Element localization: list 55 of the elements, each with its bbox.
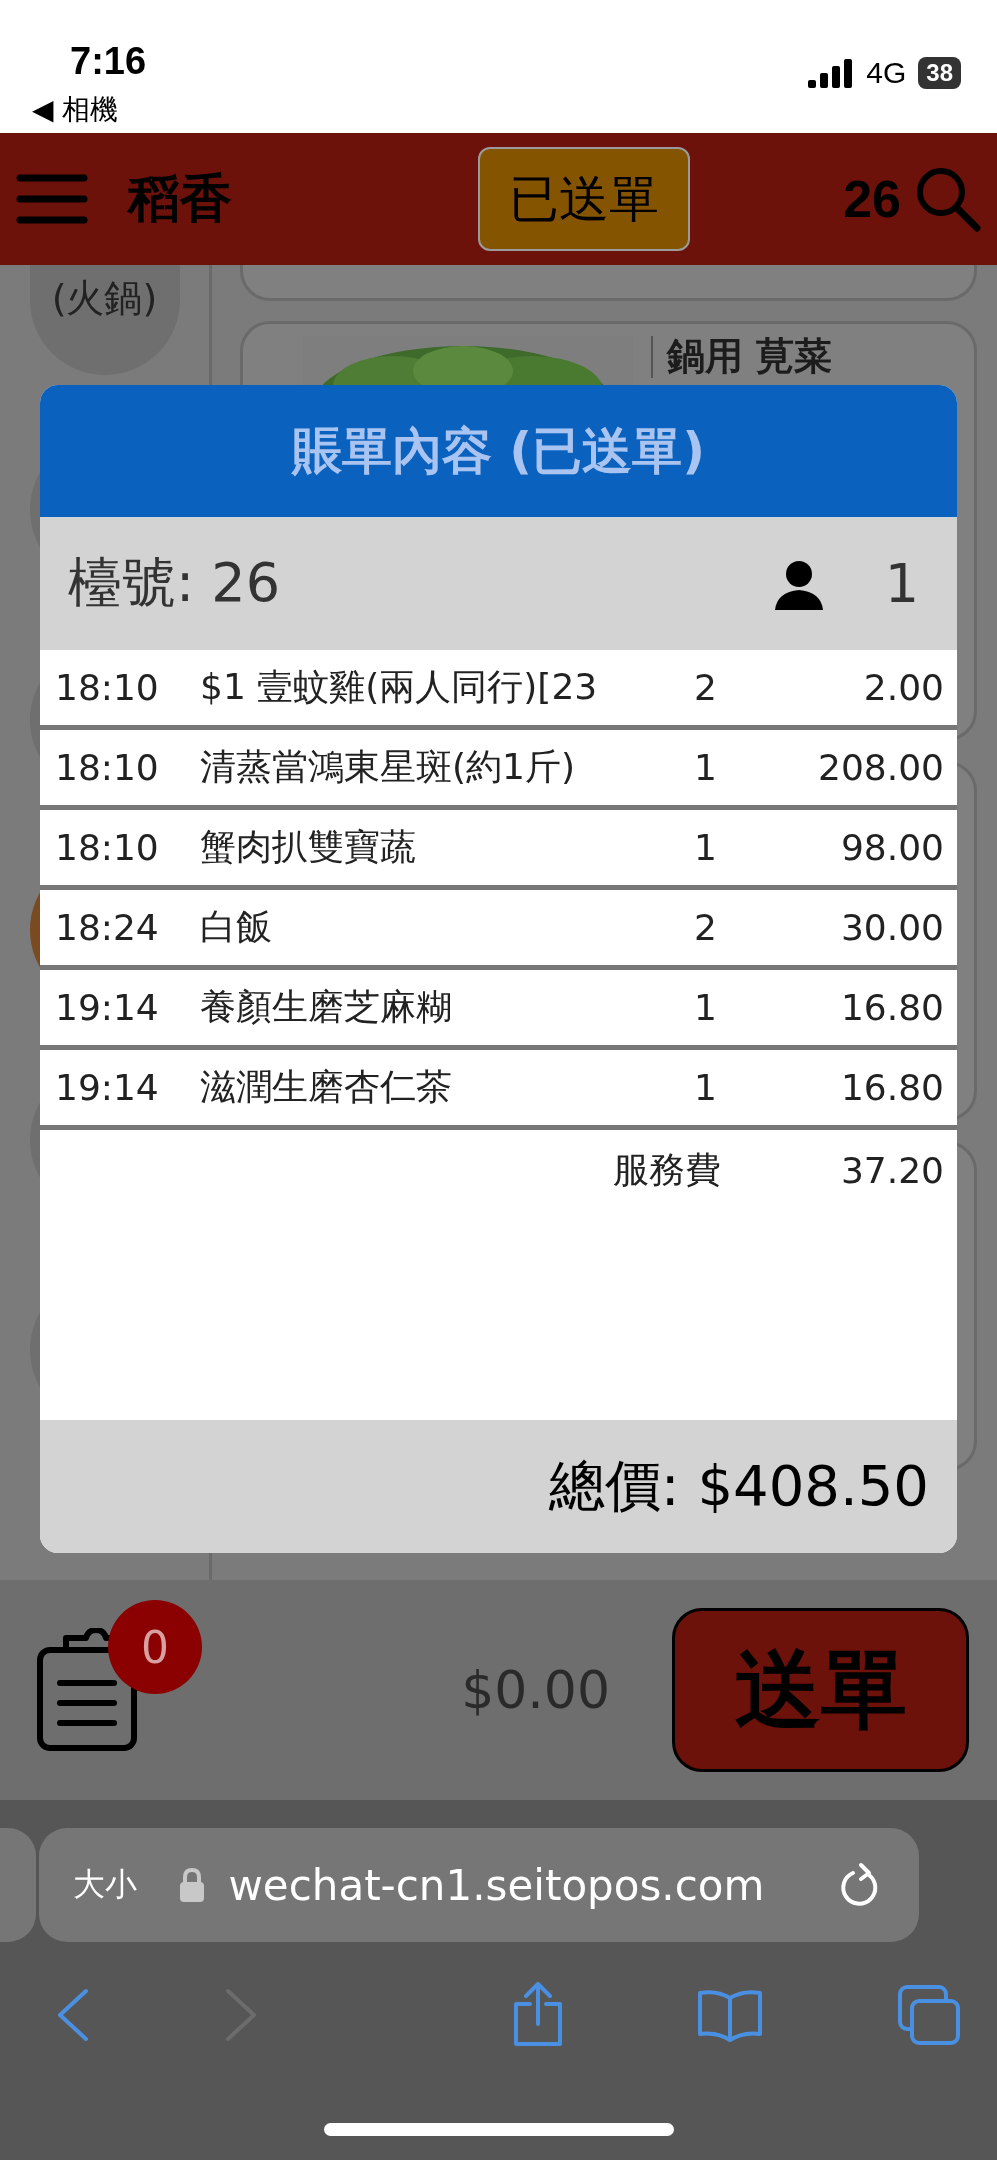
quantity: 1: [694, 747, 718, 788]
back-to-app-link[interactable]: ◀ 相機: [32, 91, 997, 129]
order-time: 18:10: [55, 667, 160, 708]
url-text: wechat-cn1.seitopos.com: [228, 1860, 765, 1910]
cart-total: $0.00: [461, 1660, 610, 1720]
order-time: 18:10: [55, 747, 160, 788]
order-time: 19:14: [55, 1067, 160, 1108]
quantity: 1: [694, 1067, 718, 1108]
order-time: 18:10: [55, 827, 160, 868]
book-icon[interactable]: [697, 1988, 764, 2042]
network-type: 4G: [866, 56, 907, 90]
guest-count: 1: [884, 552, 919, 615]
line-amount: 208.00: [817, 747, 944, 788]
signal-icon: [808, 58, 855, 88]
line-amount: 30.00: [839, 907, 944, 948]
dish-name: 清蒸當鴻東星斑(約1斤): [200, 745, 576, 789]
share-icon[interactable]: [511, 1982, 564, 2048]
order-status-badge: 已送單: [478, 147, 690, 251]
quantity: 2: [694, 667, 718, 708]
category-label: (火鍋): [51, 275, 158, 322]
cart-count-badge: 0: [108, 1600, 202, 1694]
order-time: 18:24: [55, 907, 160, 948]
table-label: 檯號: 26: [68, 550, 281, 616]
dish-name: 養顏生磨芝麻糊: [200, 985, 453, 1029]
quantity: 1: [694, 827, 718, 868]
lock-icon: [178, 1867, 205, 1903]
battery-level: 38: [918, 57, 961, 89]
line-amount: 2.00: [862, 667, 944, 708]
line-amount: 16.80: [839, 987, 944, 1028]
bill-total: 總價: $408.50: [548, 1451, 929, 1520]
menu-icon[interactable]: [16, 173, 88, 225]
restaurant-name: 稻香: [128, 167, 232, 230]
dialog-title: 賬單內容 (已送單): [40, 385, 957, 517]
tabs-icon[interactable]: [897, 1984, 961, 2046]
quantity: 2: [694, 907, 718, 948]
address-bar[interactable]: 大小 wechat-cn1.seitopos.com: [38, 1828, 919, 1942]
line-amount: 16.80: [839, 1067, 944, 1108]
clipboard-icon[interactable]: [36, 1628, 140, 1752]
quantity: 1: [694, 987, 718, 1028]
search-icon[interactable]: [915, 166, 981, 232]
category-bubble[interactable]: (火鍋): [29, 265, 180, 375]
back-icon[interactable]: [56, 1987, 90, 2043]
service-charge-label: 服務費: [612, 1147, 721, 1192]
line-amount: 98.00: [839, 827, 944, 868]
tab-preview[interactable]: [0, 1828, 36, 1942]
dish-name: 蟹肉扒雙寶蔬: [200, 825, 417, 869]
dish-name: 滋潤生磨杏仁茶: [200, 1065, 453, 1109]
order-time: 19:14: [55, 987, 160, 1028]
service-charge-amount: 37.20: [840, 1149, 944, 1191]
dish-name: 白飯: [200, 905, 273, 949]
clock-time: 7:16: [70, 40, 147, 83]
dish-name: 鍋用 莧菜: [651, 336, 833, 378]
table-number: 26: [843, 169, 901, 229]
text-size-button[interactable]: 大小: [72, 1863, 137, 1907]
dish-name: $1 壹蚊雞(兩人同行)[23: [200, 665, 599, 709]
